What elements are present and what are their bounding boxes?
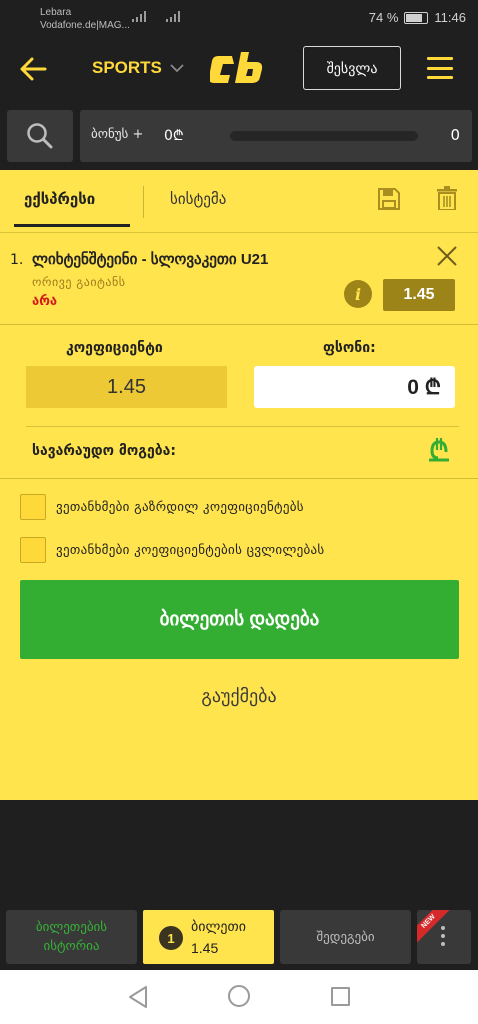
nav-back-icon[interactable] — [127, 985, 149, 1009]
betslip-tabs: ექსპრესი სისტემა — [0, 170, 478, 232]
login-button[interactable]: შესვლა — [303, 46, 401, 90]
option-accept-changes[interactable]: ვეთანხმები კოეფიციენტების ცვლილებას — [20, 537, 325, 563]
option-accept-increased[interactable]: ვეთანხმები გაზრდილ კოეფიციენტებს — [20, 494, 304, 520]
carrier-line2: Vodafone.de|MAG... — [40, 20, 130, 31]
new-badge: NEW — [417, 910, 452, 945]
ticket-label: ბილეთი — [191, 919, 246, 935]
carrier-info: Lebara Vodafone.de|MAG... — [40, 6, 130, 32]
checkbox[interactable] — [20, 494, 46, 520]
signal-icon — [132, 10, 146, 22]
save-icon[interactable] — [378, 188, 400, 210]
bonus-progress[interactable]: ბონუს + 0₾ 0 — [80, 110, 472, 162]
system-nav-bar — [0, 970, 478, 1024]
close-icon[interactable] — [436, 245, 458, 267]
option-label: ვეთანხმები კოეფიციენტების ცვლილებას — [56, 542, 325, 558]
bonus-label: ბონუს + — [91, 127, 144, 142]
place-bet-button[interactable]: ბილეთის დადება — [20, 580, 459, 659]
ticket-odd: 1.45 — [191, 940, 219, 956]
bonus-bar: ბონუს + 0₾ 0 — [0, 100, 478, 170]
bet-calculator: კოეფიციენტი ფსონი: 1.45 სავარაუდო მოგება… — [0, 326, 478, 476]
menu-icon[interactable] — [427, 57, 453, 79]
nav-home-icon[interactable] — [228, 985, 250, 1007]
logo-icon[interactable] — [210, 50, 270, 88]
ticket-button[interactable]: 1 ბილეთი 1.45 — [143, 910, 274, 964]
tab-divider — [143, 186, 144, 218]
event-title: ლიხტენშტეინი - სლოვაკეთი U21 — [32, 251, 269, 268]
app-header: SPORTS შესვლა — [0, 38, 478, 100]
info-icon[interactable]: i — [344, 280, 372, 308]
cancel-button[interactable]: გაუქმება — [0, 678, 478, 714]
divider — [26, 426, 459, 427]
option-label: ვეთანხმები გაზრდილ კოეფიციენტებს — [56, 499, 304, 515]
event-outcome: არა — [32, 294, 58, 309]
stake-label: ფსონი: — [323, 340, 376, 356]
battery-icon — [404, 11, 429, 24]
sport-selector-label: SPORTS — [92, 58, 162, 77]
bet-event: 1. ლიხტენშტეინი - სლოვაკეთი U21 ორივე გა… — [0, 233, 478, 325]
results-button[interactable]: შედეგები — [280, 910, 411, 964]
sport-selector[interactable]: SPORTS — [92, 58, 184, 78]
bottom-bar: ბილეთების ისტორია 1 ბილეთი 1.45 შედეგები… — [0, 902, 478, 970]
ticket-count-badge: 1 — [159, 926, 183, 950]
event-market: ორივე გაიტანს — [32, 275, 126, 289]
signal-icon-2 — [166, 10, 180, 22]
chevron-down-icon — [170, 64, 184, 73]
more-dots-icon — [441, 926, 445, 946]
nav-recent-icon[interactable] — [331, 987, 350, 1006]
back-arrow-icon[interactable] — [18, 55, 48, 83]
bonus-progress-bar — [230, 131, 418, 141]
bonus-count: 0 — [450, 126, 460, 144]
coefficient-label: კოეფიციენტი — [66, 340, 163, 356]
event-odd: 1.45 — [383, 279, 455, 311]
possible-win-label: სავარაუდო მოგება: — [32, 443, 176, 459]
trash-icon[interactable] — [437, 186, 457, 210]
betslip-panel: ექსპრესი სისტემა 1. ლიხტენშტეინი - სლოვა… — [0, 170, 478, 800]
search-icon — [27, 123, 53, 149]
search-button[interactable] — [7, 110, 73, 162]
more-button[interactable]: NEW — [417, 910, 471, 964]
status-right: 74 % 11:46 — [369, 10, 466, 25]
tab-express[interactable]: ექსპრესი — [24, 190, 95, 208]
stake-input[interactable] — [254, 366, 455, 408]
carrier-line1: Lebara — [40, 7, 72, 18]
bonus-amount: 0₾ — [164, 128, 184, 144]
checkbox[interactable] — [20, 537, 46, 563]
history-button[interactable]: ბილეთების ისტორია — [6, 910, 137, 964]
coefficient-value: 1.45 — [26, 366, 227, 408]
event-number: 1. — [10, 252, 24, 268]
bet-options: ვეთანხმები გაზრდილ კოეფიციენტებს ვეთანხმ… — [0, 478, 478, 578]
lari-icon — [429, 438, 449, 462]
battery-percent: 74 % — [368, 10, 399, 25]
tab-system[interactable]: სისტემა — [170, 190, 226, 208]
clock: 11:46 — [434, 10, 466, 25]
active-tab-indicator — [14, 224, 130, 227]
status-bar: Lebara Vodafone.de|MAG... 74 % 11:46 — [0, 0, 478, 38]
